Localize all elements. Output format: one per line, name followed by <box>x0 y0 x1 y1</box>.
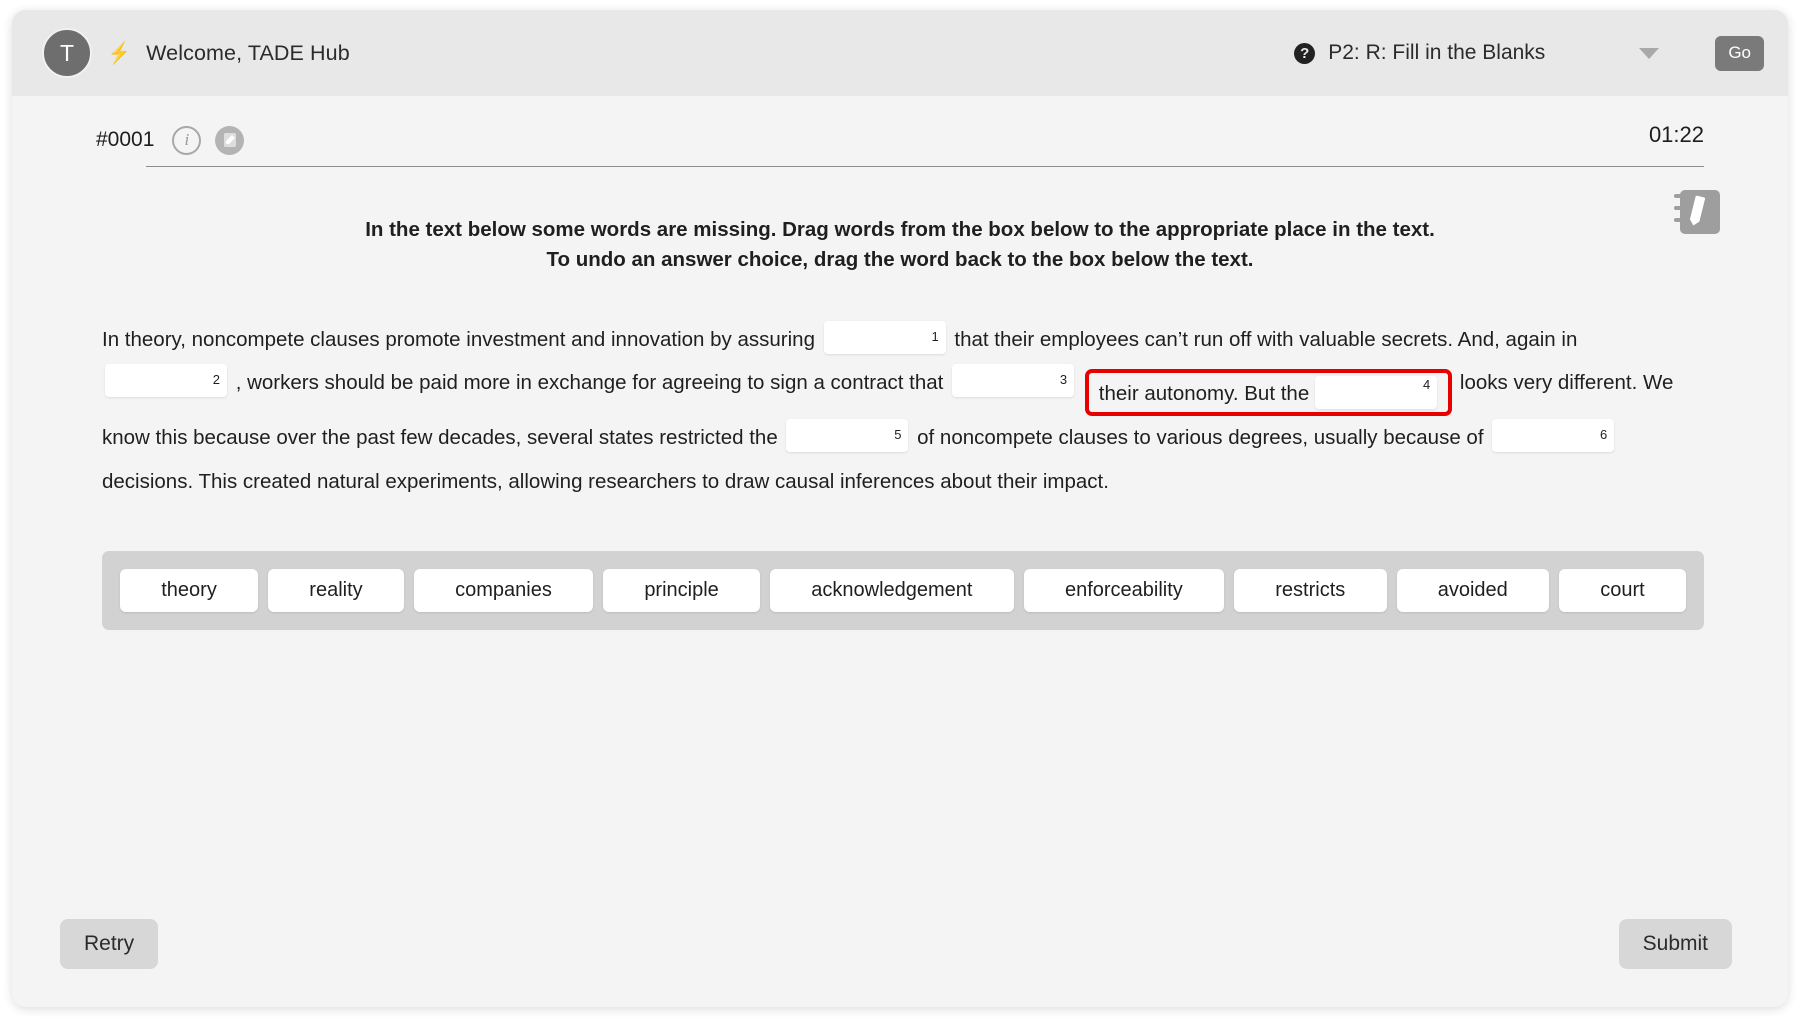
blank-2-number: 2 <box>212 372 220 388</box>
word-bank: theory reality companies principle acknowled… <box>102 551 1704 631</box>
blank-3-number: 3 <box>1059 372 1068 388</box>
blank-5[interactable]: 5 <box>786 419 909 453</box>
welcome-text: Welcome, TADE Hub <box>146 40 350 65</box>
instructions: In the text below some words are missing… <box>12 215 1788 276</box>
passage-segment-2: that their employees can’t run off with … <box>954 327 1578 351</box>
avatar[interactable]: T <box>42 28 92 78</box>
highlighted-phrase: their autonomy. But the 4 <box>1084 369 1453 417</box>
app-header: T ⚡ Welcome, TADE Hub ? P2: R: Fill in t… <box>12 10 1788 96</box>
blank-4[interactable]: 4 <box>1315 376 1438 410</box>
header-divider <box>146 166 1704 167</box>
header-right-group: ? P2: R: Fill in the Blanks Go <box>1294 35 1764 71</box>
app-root: T ⚡ Welcome, TADE Hub ? P2: R: Fill in t… <box>0 0 1800 1017</box>
word-chip[interactable]: enforceability <box>1023 569 1225 613</box>
passage-segment-1: In theory, noncompete clauses promote in… <box>102 327 815 351</box>
passage-segment-4: their autonomy. But the <box>1098 382 1310 406</box>
notes-icon[interactable] <box>215 125 245 155</box>
blank-1[interactable]: 1 <box>823 320 946 354</box>
bolt-icon: ⚡ <box>107 41 131 65</box>
help-icon[interactable]: ? <box>1294 42 1316 64</box>
passage-segment-3: , workers should be paid more in exchang… <box>235 371 944 395</box>
word-chip[interactable]: theory <box>120 569 259 613</box>
word-chip[interactable]: acknowledgement <box>770 569 1014 613</box>
word-chip[interactable]: companies <box>413 569 594 613</box>
blank-3[interactable]: 3 <box>952 364 1075 398</box>
blank-4-number: 4 <box>1422 377 1431 393</box>
timer: 01:22 <box>1648 122 1704 147</box>
passage-text: In theory, noncompete clauses promote in… <box>102 318 1704 503</box>
instruction-line-1: In the text below some words are missing… <box>365 218 1435 241</box>
word-chip[interactable]: court <box>1559 569 1686 613</box>
notepad-icon[interactable] <box>1674 188 1722 234</box>
word-chip[interactable]: avoided <box>1396 569 1550 613</box>
word-chip[interactable]: principle <box>603 569 761 613</box>
retry-button[interactable]: Retry <box>60 919 159 969</box>
blank-1-number: 1 <box>931 328 939 344</box>
passage-segment-6: of noncompete clauses to various degrees… <box>917 426 1484 450</box>
question-bar: #0001 i 01:22 <box>12 96 1788 158</box>
blank-5-number: 5 <box>894 427 902 443</box>
blank-6[interactable]: 6 <box>1492 419 1615 453</box>
exercise-card: T ⚡ Welcome, TADE Hub ? P2: R: Fill in t… <box>12 10 1788 1007</box>
submit-button[interactable]: Submit <box>1618 919 1732 969</box>
question-number: #0001 <box>96 128 155 151</box>
blank-2[interactable]: 2 <box>105 364 227 398</box>
word-chip[interactable]: reality <box>268 569 404 613</box>
task-selector-label[interactable]: P2: R: Fill in the Blanks <box>1328 41 1545 65</box>
header-left-group: T ⚡ Welcome, TADE Hub <box>42 28 350 78</box>
passage-segment-7: decisions. This created natural experime… <box>102 469 1109 493</box>
instruction-line-2: To undo an answer choice, drag the word … <box>546 248 1254 272</box>
blank-6-number: 6 <box>1599 427 1608 443</box>
info-icon[interactable]: i <box>172 125 202 155</box>
chevron-down-icon[interactable] <box>1639 47 1660 59</box>
go-button[interactable]: Go <box>1715 35 1764 71</box>
word-chip[interactable]: restricts <box>1234 569 1387 613</box>
footer: Retry Submit <box>12 919 1788 969</box>
